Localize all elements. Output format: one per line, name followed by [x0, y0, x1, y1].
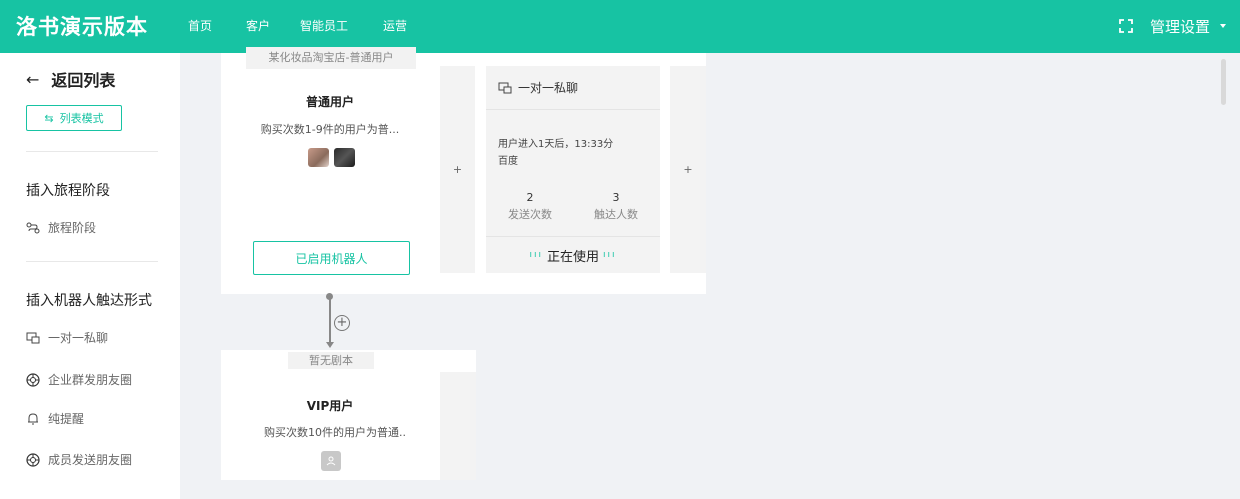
status-bars-icon: ııı — [603, 250, 617, 260]
vertical-scrollbar[interactable] — [1221, 59, 1226, 105]
status-label: 正在使用 — [546, 249, 599, 265]
stage-script-tag[interactable]: 暂无剧本 — [288, 352, 374, 369]
touch-trigger-time: 用户进入1天后，13:33分 — [498, 139, 614, 150]
stat-label: 触达人数 — [594, 208, 638, 221]
nav-item-smart-staff[interactable]: 智能员工 — [300, 0, 348, 53]
sidebar-divider — [26, 151, 158, 152]
section-title-stage: 插入旅程阶段 — [26, 183, 110, 199]
sidebar-divider — [26, 261, 158, 262]
chat-icon — [26, 331, 40, 345]
add-touch-button[interactable] — [440, 372, 476, 480]
touch-card-header: 一对一私聊 — [486, 66, 660, 110]
list-mode-button[interactable]: ⇆ 列表模式 — [26, 105, 122, 131]
touch-source: 百度 — [498, 156, 518, 167]
stage-script-tag[interactable]: 某化妆品淘宝店-普通用户 — [246, 47, 416, 69]
arrow-down-icon — [326, 342, 334, 348]
stat-value: 3 — [612, 191, 620, 204]
sidebar-item-journey-stage[interactable]: 旅程阶段 — [26, 219, 96, 236]
section-title-robot: 插入机器人触达形式 — [26, 293, 152, 309]
stat-value: 2 — [526, 191, 534, 204]
switch-icon: ⇆ — [44, 111, 54, 125]
add-touch-button[interactable]: + — [440, 66, 475, 273]
add-stage-icon[interactable]: + — [334, 315, 350, 331]
sidebar-item-private-chat[interactable]: 一对一私聊 — [26, 329, 108, 346]
back-to-list-label: 返回列表 — [51, 71, 116, 90]
chat-icon — [498, 82, 512, 94]
sidebar-item-reminder[interactable]: 纯提醒 — [26, 410, 84, 427]
admin-settings-menu[interactable]: 管理设置 — [1150, 0, 1210, 55]
sidebar-item-label: 旅程阶段 — [48, 221, 97, 235]
app-brand[interactable]: 洛书演示版本 — [16, 11, 148, 41]
sidebar-item-member-moments[interactable]: 成员发送朋友圈 — [26, 451, 132, 468]
stage-name: 普通用户 — [305, 95, 354, 109]
stat-label: 发送次数 — [508, 208, 552, 221]
status-bars-icon: ııı — [529, 250, 543, 260]
journey-icon — [26, 221, 40, 235]
avatar-placeholder-icon — [321, 451, 341, 471]
moments-icon — [26, 452, 40, 467]
stage-description: 购买次数10件的用户为普通.. — [264, 426, 406, 439]
touch-card-private-chat[interactable]: 一对一私聊 用户进入1天后，13:33分 百度 2 发送次数 3 触达人数 ıı… — [486, 66, 660, 273]
caret-down-icon[interactable] — [1220, 24, 1226, 28]
main-nav: 首页 客户 智能员工 运营 — [188, 0, 441, 53]
moments-icon — [26, 372, 40, 387]
stage-description: 购买次数1-9件的用户为普... — [260, 123, 400, 136]
sidebar-item-label: 一对一私聊 — [48, 331, 109, 345]
back-to-list-button[interactable]: ← 返回列表 — [26, 67, 115, 91]
touch-status: ııı 正在使用 ııı — [486, 236, 660, 273]
nav-item-home[interactable]: 首页 — [188, 0, 212, 53]
stat-send-count: 2 发送次数 — [500, 191, 560, 222]
bell-icon — [26, 412, 40, 426]
journey-stage-card — [221, 350, 476, 480]
robot-enabled-button[interactable]: 已启用机器人 — [253, 241, 410, 275]
add-touch-button[interactable]: + — [670, 66, 706, 273]
nav-item-operations[interactable]: 运营 — [383, 0, 407, 53]
sidebar-item-label: 成员发送朋友圈 — [48, 453, 133, 467]
top-bar: 洛书演示版本 首页 客户 智能员工 运营 管理设置 — [0, 0, 1240, 53]
sidebar-item-label: 企业群发朋友圈 — [48, 373, 133, 387]
list-mode-label: 列表模式 — [59, 112, 104, 125]
sidebar-item-label: 纯提醒 — [48, 412, 85, 426]
avatar — [308, 148, 329, 167]
sidebar: ← 返回列表 ⇆ 列表模式 插入旅程阶段 旅程阶段 插入机器人触达形式 一对一私… — [0, 53, 180, 499]
avatar — [334, 148, 355, 167]
stage-name: VIP用户 — [306, 399, 354, 413]
nav-item-customers[interactable]: 客户 — [246, 0, 270, 53]
fullscreen-icon[interactable] — [1119, 19, 1133, 33]
stage-connector — [329, 294, 331, 344]
sidebar-item-group-moments[interactable]: 企业群发朋友圈 — [26, 371, 132, 388]
touch-card-title: 一对一私聊 — [518, 81, 579, 95]
back-arrow-icon: ← — [26, 69, 40, 89]
stat-reach-count: 3 触达人数 — [586, 191, 646, 222]
